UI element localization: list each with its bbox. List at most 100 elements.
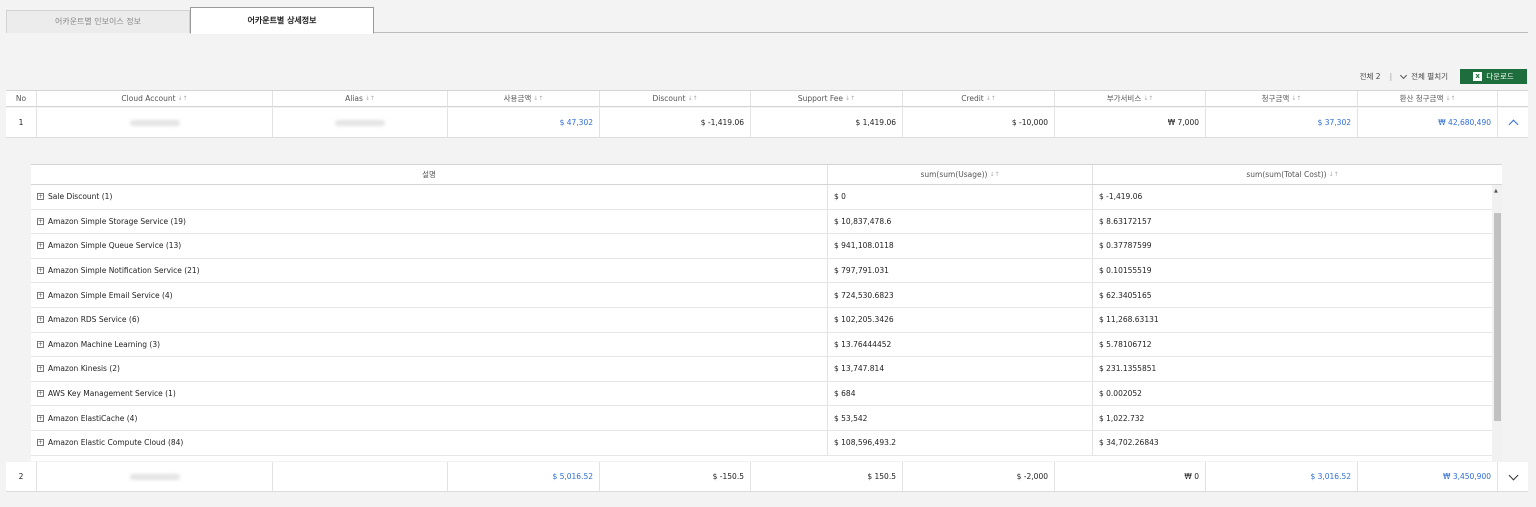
header-usage[interactable]: 사용금액 ↓↑ bbox=[448, 91, 600, 106]
detail-cost-cell: $ 62.3405165 bbox=[1099, 290, 1152, 300]
detail-row[interactable]: + Amazon Simple Storage Service (19) $ 10,… bbox=[31, 209, 1492, 235]
credit-cell: $ -2,000 bbox=[903, 462, 1055, 491]
cloud-account-cell bbox=[37, 108, 273, 137]
header-discount[interactable]: Discount ↓↑ bbox=[600, 91, 751, 106]
expand-toggle[interactable] bbox=[1498, 462, 1528, 491]
scroll-up-icon[interactable]: ▲ bbox=[1494, 188, 1498, 194]
expand-all-button[interactable]: 전체 펼치기 bbox=[1400, 71, 1448, 82]
detail-header-usage[interactable]: sum(sum(Usage)) ↓↑ bbox=[828, 165, 1093, 184]
sort-icon[interactable]: ↓↑ bbox=[989, 171, 999, 178]
header-addon[interactable]: 부가서비스 ↓↑ bbox=[1055, 91, 1206, 106]
tab-account-invoice[interactable]: 어카운트별 인보이스 정보 bbox=[6, 10, 190, 33]
detail-row[interactable]: + Amazon Simple Notification Service (21)… bbox=[31, 258, 1492, 284]
detail-cost-cell: $ 231.1355851 bbox=[1099, 364, 1157, 374]
expand-all-label: 전체 펼치기 bbox=[1411, 72, 1448, 81]
expand-plus-icon[interactable]: + bbox=[37, 365, 44, 373]
discount-cell: $ -1,419.06 bbox=[600, 108, 751, 137]
usage-cell[interactable]: $ 47,302 bbox=[448, 108, 600, 137]
scrollbar-thumb[interactable] bbox=[1494, 213, 1501, 421]
header-cloud-account[interactable]: Cloud Account ↓↑ bbox=[37, 91, 273, 106]
detail-cost-cell: $ 5.78106712 bbox=[1099, 339, 1152, 349]
expand-plus-icon[interactable]: + bbox=[37, 439, 44, 447]
tab-account-detail[interactable]: 어카운트별 상세정보 bbox=[190, 7, 374, 34]
header-alias[interactable]: Alias ↓↑ bbox=[273, 91, 448, 106]
tab-bar: 어카운트별 인보이스 정보 어카운트별 상세정보 bbox=[6, 7, 1528, 34]
billed-cell[interactable]: $ 37,302 bbox=[1206, 108, 1358, 137]
sort-icon[interactable]: ↓↑ bbox=[1291, 95, 1301, 102]
alias-cell bbox=[273, 108, 448, 137]
expand-plus-icon[interactable]: + bbox=[37, 242, 44, 250]
sort-icon[interactable]: ↓↑ bbox=[687, 95, 697, 102]
table-row[interactable]: 1 $ 47,302 $ -1,419.06 $ 1,419.06 $ -10,… bbox=[6, 108, 1528, 138]
cloud-account-cell bbox=[37, 462, 273, 491]
usage-cell[interactable]: $ 5,016.52 bbox=[448, 462, 600, 491]
header-support-fee[interactable]: Support Fee ↓↑ bbox=[751, 91, 903, 106]
redacted-account bbox=[129, 473, 180, 480]
expand-plus-icon[interactable]: + bbox=[37, 316, 44, 324]
converted-cell[interactable]: ₩ 42,680,490 bbox=[1358, 108, 1498, 137]
download-button[interactable]: x 다운로드 bbox=[1460, 69, 1527, 84]
detail-usage-cell: $ 941,108.0118 bbox=[828, 234, 1093, 258]
sort-icon[interactable]: ↓↑ bbox=[845, 95, 855, 102]
detail-name: Amazon RDS Service (6) bbox=[48, 315, 140, 325]
detail-name-cell[interactable]: + Sale Discount (1) bbox=[31, 185, 828, 209]
detail-row[interactable]: + Sale Discount (1) $ 0 $ -1,419.06 bbox=[31, 185, 1492, 210]
converted-cell[interactable]: ₩ 3,450,900 bbox=[1358, 462, 1498, 491]
detail-row[interactable]: + Amazon Elastic Compute Cloud (84) $ 108,… bbox=[31, 430, 1492, 456]
detail-cost-cell: $ 34,702.26843 bbox=[1099, 438, 1159, 448]
expand-plus-icon[interactable]: + bbox=[37, 390, 44, 398]
detail-name: Amazon Machine Learning (3) bbox=[48, 339, 161, 349]
sort-icon[interactable]: ↓↑ bbox=[1329, 171, 1339, 178]
expand-plus-icon[interactable]: + bbox=[37, 193, 44, 201]
sort-icon[interactable]: ↓↑ bbox=[533, 95, 543, 102]
detail-name: Amazon Elastic Compute Cloud (84) bbox=[48, 438, 184, 448]
expand-plus-icon[interactable]: + bbox=[37, 267, 44, 275]
billed-cell[interactable]: $ 3,016.52 bbox=[1206, 462, 1358, 491]
alias-cell bbox=[273, 462, 448, 491]
detail-row[interactable]: + Amazon Machine Learning (3) $ 13.7644445… bbox=[31, 332, 1492, 358]
detail-name: Amazon Simple Queue Service (13) bbox=[48, 241, 182, 251]
detail-name-cell[interactable]: + Amazon Kinesis (2) bbox=[31, 357, 828, 381]
detail-row[interactable]: + Amazon Kinesis (2) $ 13,747.814 $ 231.135… bbox=[31, 357, 1492, 382]
collapse-toggle[interactable] bbox=[1498, 108, 1528, 137]
detail-usage-cell: $ 684 bbox=[828, 381, 1093, 406]
sort-icon[interactable]: ↓↑ bbox=[365, 95, 375, 102]
detail-header-cost[interactable]: sum(sum(Total Cost)) ↓↑ bbox=[1093, 165, 1492, 184]
detail-body: + Sale Discount (1) $ 0 $ -1,419.06 + Amazon … bbox=[31, 185, 1502, 456]
sort-icon[interactable]: ↓↑ bbox=[986, 95, 996, 102]
detail-name: Amazon ElastiCache (4) bbox=[48, 413, 138, 423]
expand-plus-icon[interactable]: + bbox=[37, 414, 44, 422]
table-row[interactable]: 2 $ 5,016.52 $ -150.5 $ 150.5 $ -2,000 ₩… bbox=[6, 462, 1528, 492]
sort-icon[interactable]: ↓↑ bbox=[1445, 95, 1455, 102]
detail-row[interactable]: + Amazon Simple Queue Service (13) $ 941,1… bbox=[31, 234, 1492, 259]
header-billed[interactable]: 청구금액 ↓↑ bbox=[1206, 91, 1358, 106]
detail-name-cell[interactable]: + Amazon Elastic Compute Cloud (84) bbox=[31, 430, 828, 455]
chevron-up-icon bbox=[1508, 119, 1518, 129]
detail-usage-cell: $ 13,747.814 bbox=[828, 357, 1093, 381]
detail-name-cell[interactable]: + Amazon Simple Storage Service (19) bbox=[31, 209, 828, 234]
detail-row[interactable]: + Amazon Simple Email Service (4) $ 724,53… bbox=[31, 283, 1492, 308]
expand-plus-icon[interactable]: + bbox=[37, 217, 44, 225]
sort-icon[interactable]: ↓↑ bbox=[178, 95, 188, 102]
detail-name: Amazon Simple Storage Service (19) bbox=[48, 216, 186, 226]
detail-row[interactable]: + Amazon RDS Service (6) $ 102,205.3426 $ 1… bbox=[31, 307, 1492, 333]
detail-usage-cell: $ 53,542 bbox=[828, 406, 1093, 430]
detail-name-cell[interactable]: + Amazon ElastiCache (4) bbox=[31, 406, 828, 430]
detail-scrollbar[interactable]: ▲ bbox=[1492, 185, 1502, 461]
header-credit[interactable]: Credit ↓↑ bbox=[903, 91, 1055, 106]
detail-usage-cell: $ 108,596,493.2 bbox=[828, 430, 1093, 455]
detail-name-cell[interactable]: + Amazon Machine Learning (3) bbox=[31, 332, 828, 357]
detail-name-cell[interactable]: + Amazon Simple Notification Service (21) bbox=[31, 258, 828, 283]
credit-cell: $ -10,000 bbox=[903, 108, 1055, 137]
detail-row[interactable]: + Amazon ElastiCache (4) $ 53,542 $ 1,022.7… bbox=[31, 406, 1492, 431]
detail-name-cell[interactable]: + Amazon RDS Service (6) bbox=[31, 307, 828, 332]
sort-icon[interactable]: ↓↑ bbox=[1143, 95, 1153, 102]
detail-name-cell[interactable]: + Amazon Simple Email Service (4) bbox=[31, 283, 828, 307]
detail-name-cell[interactable]: + Amazon Simple Queue Service (13) bbox=[31, 234, 828, 258]
detail-cost-cell: $ 0.37787599 bbox=[1099, 241, 1152, 251]
detail-name-cell[interactable]: + AWS Key Management Service (1) bbox=[31, 381, 828, 406]
header-converted[interactable]: 환산 청구금액 ↓↑ bbox=[1358, 91, 1498, 106]
detail-row[interactable]: + AWS Key Management Service (1) $ 684 $ 0.… bbox=[31, 381, 1492, 407]
expand-plus-icon[interactable]: + bbox=[37, 291, 44, 299]
expand-plus-icon[interactable]: + bbox=[37, 340, 44, 348]
